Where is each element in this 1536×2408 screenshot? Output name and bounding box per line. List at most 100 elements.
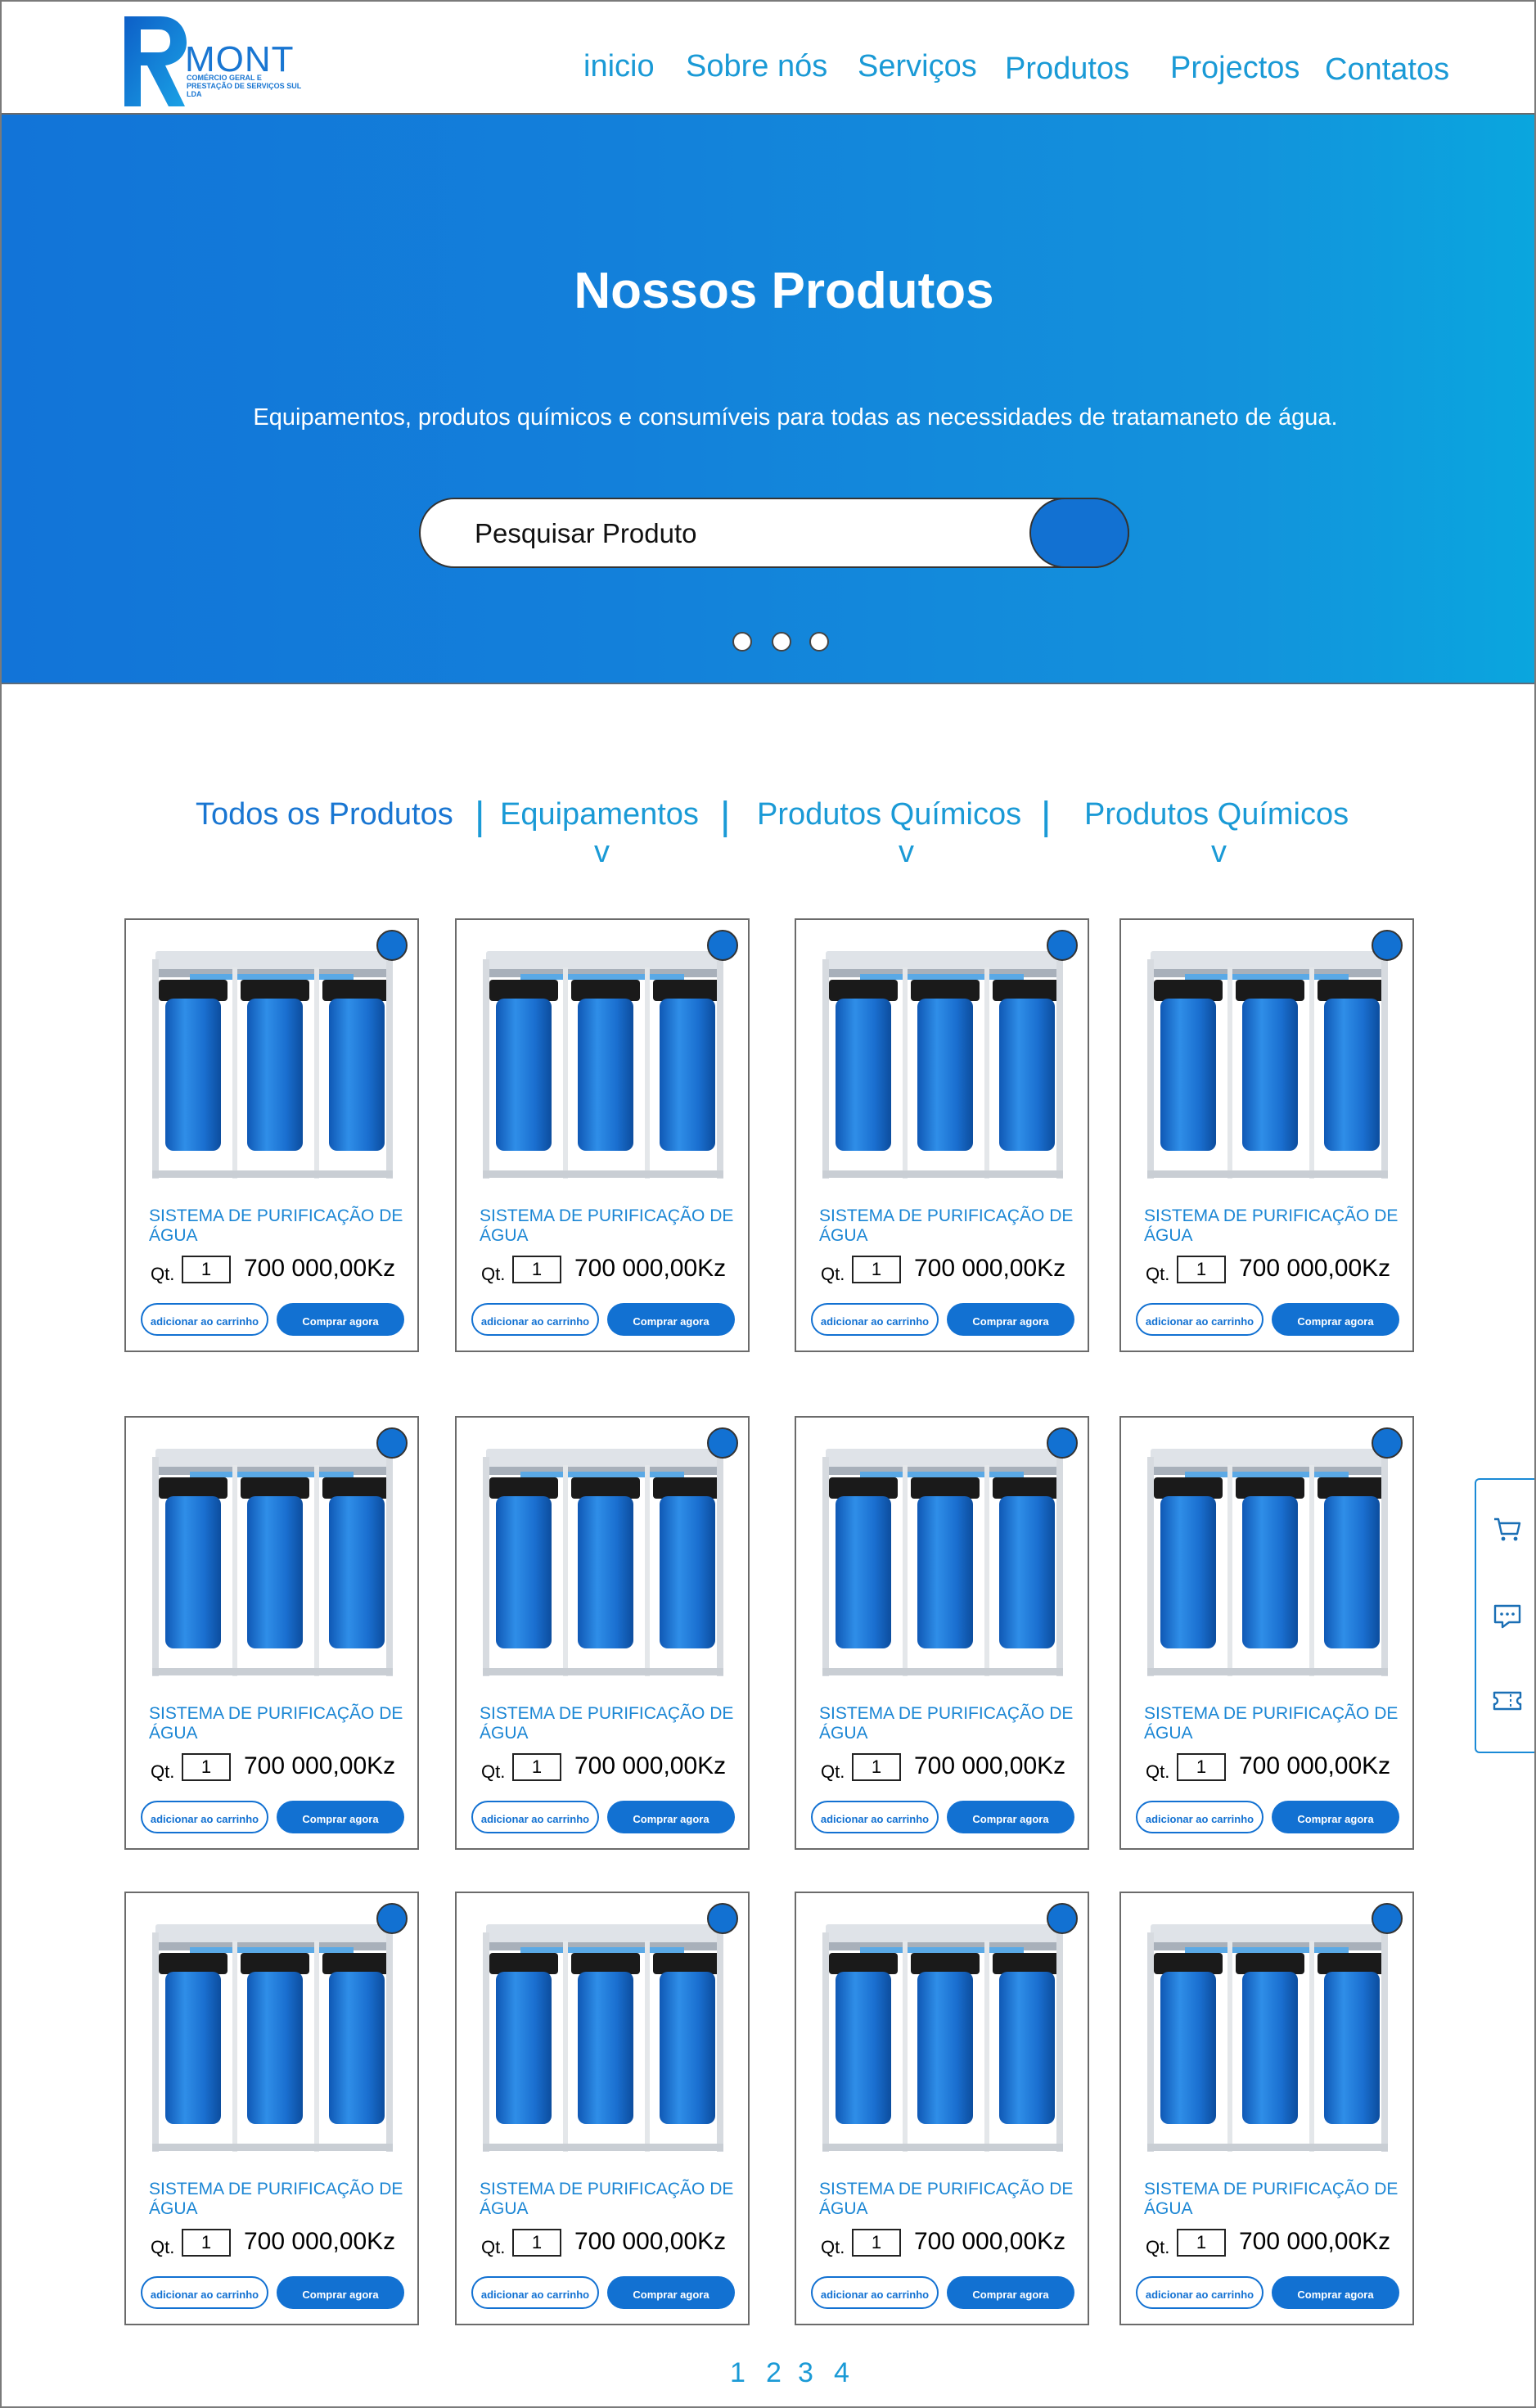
add-to-cart-button[interactable]: adicionar ao carrinho bbox=[471, 1801, 599, 1833]
nav-inicio[interactable]: inicio bbox=[583, 49, 655, 84]
buy-now-button[interactable]: Comprar agora bbox=[947, 1801, 1074, 1833]
add-to-cart-button[interactable]: adicionar ao carrinho bbox=[471, 2276, 599, 2309]
carousel-dot-3[interactable] bbox=[809, 632, 829, 652]
qty-label: Qt. bbox=[481, 1761, 506, 1782]
product-price: 700 000,00Kz bbox=[914, 2228, 1066, 2255]
tab-produtos-quimicos[interactable]: Produtos Químicos bbox=[757, 797, 1021, 832]
qty-label: Qt. bbox=[481, 1264, 506, 1284]
add-to-cart-button[interactable]: adicionar ao carrinho bbox=[1136, 2276, 1263, 2309]
add-to-cart-button[interactable]: adicionar ao carrinho bbox=[141, 2276, 268, 2309]
product-card[interactable]: SISTEMA DE PURIFICAÇÃO DE ÁGUA Qt. 700 0… bbox=[1119, 1416, 1414, 1850]
buy-now-button[interactable]: Comprar agora bbox=[1272, 2276, 1399, 2309]
tab-produtos-quimicos-2[interactable]: Produtos Químicos bbox=[1084, 797, 1349, 832]
nav-contatos[interactable]: Contatos bbox=[1325, 52, 1449, 88]
favorite-icon[interactable] bbox=[376, 930, 408, 961]
buy-now-button[interactable]: Comprar agora bbox=[277, 1303, 404, 1336]
product-image bbox=[152, 951, 393, 1179]
add-to-cart-button[interactable]: adicionar ao carrinho bbox=[1136, 1801, 1263, 1833]
buy-now-button[interactable]: Comprar agora bbox=[607, 1801, 735, 1833]
product-price: 700 000,00Kz bbox=[244, 1255, 396, 1282]
add-to-cart-button[interactable]: adicionar ao carrinho bbox=[141, 1801, 268, 1833]
quantity-field[interactable] bbox=[182, 1753, 231, 1781]
buy-now-button[interactable]: Comprar agora bbox=[277, 2276, 404, 2309]
buy-now-button[interactable]: Comprar agora bbox=[1272, 1303, 1399, 1336]
product-card[interactable]: SISTEMA DE PURIFICAÇÃO DE ÁGUA Qt. 700 0… bbox=[795, 1416, 1089, 1850]
product-card[interactable]: SISTEMA DE PURIFICAÇÃO DE ÁGUA Qt. 700 0… bbox=[455, 1416, 750, 1850]
carousel-dot-1[interactable] bbox=[732, 632, 752, 652]
page-1-link[interactable]: 1 bbox=[730, 2357, 745, 2389]
favorite-icon[interactable] bbox=[707, 1903, 738, 1934]
favorite-icon[interactable] bbox=[376, 1903, 408, 1934]
search-input[interactable] bbox=[475, 514, 982, 553]
product-price: 700 000,00Kz bbox=[914, 1255, 1066, 1282]
quantity-field[interactable] bbox=[512, 1753, 561, 1781]
quantity-field[interactable] bbox=[852, 2229, 901, 2257]
cart-icon[interactable] bbox=[1491, 1513, 1524, 1545]
product-card[interactable]: SISTEMA DE PURIFICAÇÃO DE ÁGUA Qt. 700 0… bbox=[124, 1416, 419, 1850]
add-to-cart-button[interactable]: adicionar ao carrinho bbox=[1136, 1303, 1263, 1336]
favorite-icon[interactable] bbox=[1047, 1427, 1078, 1459]
quantity-field[interactable] bbox=[1177, 1753, 1226, 1781]
search-button[interactable] bbox=[1029, 498, 1129, 568]
product-card[interactable]: SISTEMA DE PURIFICAÇÃO DE ÁGUA Qt. 700 0… bbox=[124, 1892, 419, 2325]
page-3-link[interactable]: 3 bbox=[798, 2357, 813, 2389]
quantity-field[interactable] bbox=[182, 2229, 231, 2257]
add-to-cart-button[interactable]: adicionar ao carrinho bbox=[811, 2276, 939, 2309]
add-to-cart-button[interactable]: adicionar ao carrinho bbox=[811, 1801, 939, 1833]
nav-produtos[interactable]: Produtos bbox=[1005, 52, 1129, 87]
favorite-icon[interactable] bbox=[707, 930, 738, 961]
product-card[interactable]: SISTEMA DE PURIFICAÇÃO DE ÁGUA Qt. 700 0… bbox=[455, 1892, 750, 2325]
buy-now-button[interactable]: Comprar agora bbox=[607, 1303, 735, 1336]
favorite-icon[interactable] bbox=[1372, 930, 1403, 961]
favorite-icon[interactable] bbox=[1047, 930, 1078, 961]
buy-now-button[interactable]: Comprar agora bbox=[277, 1801, 404, 1833]
hero-subtitle: Equipamentos, produtos químicos e consum… bbox=[253, 404, 1338, 431]
product-card[interactable]: SISTEMA DE PURIFICAÇÃO DE ÁGUA Qt. 700 0… bbox=[795, 1892, 1089, 2325]
chat-icon[interactable] bbox=[1491, 1599, 1524, 1632]
favorite-icon[interactable] bbox=[1047, 1903, 1078, 1934]
quantity-field[interactable] bbox=[512, 1256, 561, 1283]
product-name: SISTEMA DE PURIFICAÇÃO DE ÁGUA bbox=[819, 1704, 1074, 1743]
quantity-field[interactable] bbox=[1177, 1256, 1226, 1283]
product-card[interactable]: SISTEMA DE PURIFICAÇÃO DE ÁGUA Qt. 700 0… bbox=[455, 918, 750, 1352]
page-2-link[interactable]: 2 bbox=[766, 2357, 782, 2389]
page-4-link[interactable]: 4 bbox=[834, 2357, 849, 2389]
carousel-dots bbox=[0, 632, 1536, 653]
product-price: 700 000,00Kz bbox=[244, 2228, 396, 2255]
product-card[interactable]: SISTEMA DE PURIFICAÇÃO DE ÁGUA Qt. 700 0… bbox=[1119, 918, 1414, 1352]
product-price: 700 000,00Kz bbox=[574, 1255, 727, 1282]
chevron-down-icon[interactable]: v bbox=[1211, 835, 1227, 870]
product-card[interactable]: SISTEMA DE PURIFICAÇÃO DE ÁGUA Qt. 700 0… bbox=[1119, 1892, 1414, 2325]
favorite-icon[interactable] bbox=[376, 1427, 408, 1459]
tab-todos-os-produtos[interactable]: Todos os Produtos bbox=[196, 797, 453, 832]
product-name: SISTEMA DE PURIFICAÇÃO DE ÁGUA bbox=[149, 1206, 403, 1245]
chevron-down-icon[interactable]: v bbox=[594, 835, 610, 870]
quantity-field[interactable] bbox=[852, 1256, 901, 1283]
tab-equipamentos[interactable]: Equipamentos bbox=[500, 797, 699, 832]
buy-now-button[interactable]: Comprar agora bbox=[1272, 1801, 1399, 1833]
quantity-field[interactable] bbox=[182, 1256, 231, 1283]
product-card[interactable]: SISTEMA DE PURIFICAÇÃO DE ÁGUA Qt. 700 0… bbox=[124, 918, 419, 1352]
product-image bbox=[1147, 1449, 1388, 1676]
nav-servicos[interactable]: Serviços bbox=[858, 49, 977, 84]
buy-now-button[interactable]: Comprar agora bbox=[947, 1303, 1074, 1336]
chevron-down-icon[interactable]: v bbox=[899, 835, 914, 870]
nav-projectos[interactable]: Projectos bbox=[1170, 51, 1300, 86]
qty-label: Qt. bbox=[151, 1264, 175, 1284]
favorite-icon[interactable] bbox=[707, 1427, 738, 1459]
favorite-icon[interactable] bbox=[1372, 1903, 1403, 1934]
add-to-cart-button[interactable]: adicionar ao carrinho bbox=[811, 1303, 939, 1336]
ticket-icon[interactable] bbox=[1491, 1684, 1524, 1717]
quantity-field[interactable] bbox=[852, 1753, 901, 1781]
carousel-dot-2[interactable] bbox=[772, 632, 791, 652]
quantity-field[interactable] bbox=[1177, 2229, 1226, 2257]
add-to-cart-button[interactable]: adicionar ao carrinho bbox=[471, 1303, 599, 1336]
product-card[interactable]: SISTEMA DE PURIFICAÇÃO DE ÁGUA Qt. 700 0… bbox=[795, 918, 1089, 1352]
favorite-icon[interactable] bbox=[1372, 1427, 1403, 1459]
buy-now-button[interactable]: Comprar agora bbox=[947, 2276, 1074, 2309]
quantity-field[interactable] bbox=[512, 2229, 561, 2257]
add-to-cart-button[interactable]: adicionar ao carrinho bbox=[141, 1303, 268, 1336]
buy-now-button[interactable]: Comprar agora bbox=[607, 2276, 735, 2309]
product-price: 700 000,00Kz bbox=[574, 2228, 727, 2255]
nav-sobre-nos[interactable]: Sobre nós bbox=[686, 49, 827, 84]
